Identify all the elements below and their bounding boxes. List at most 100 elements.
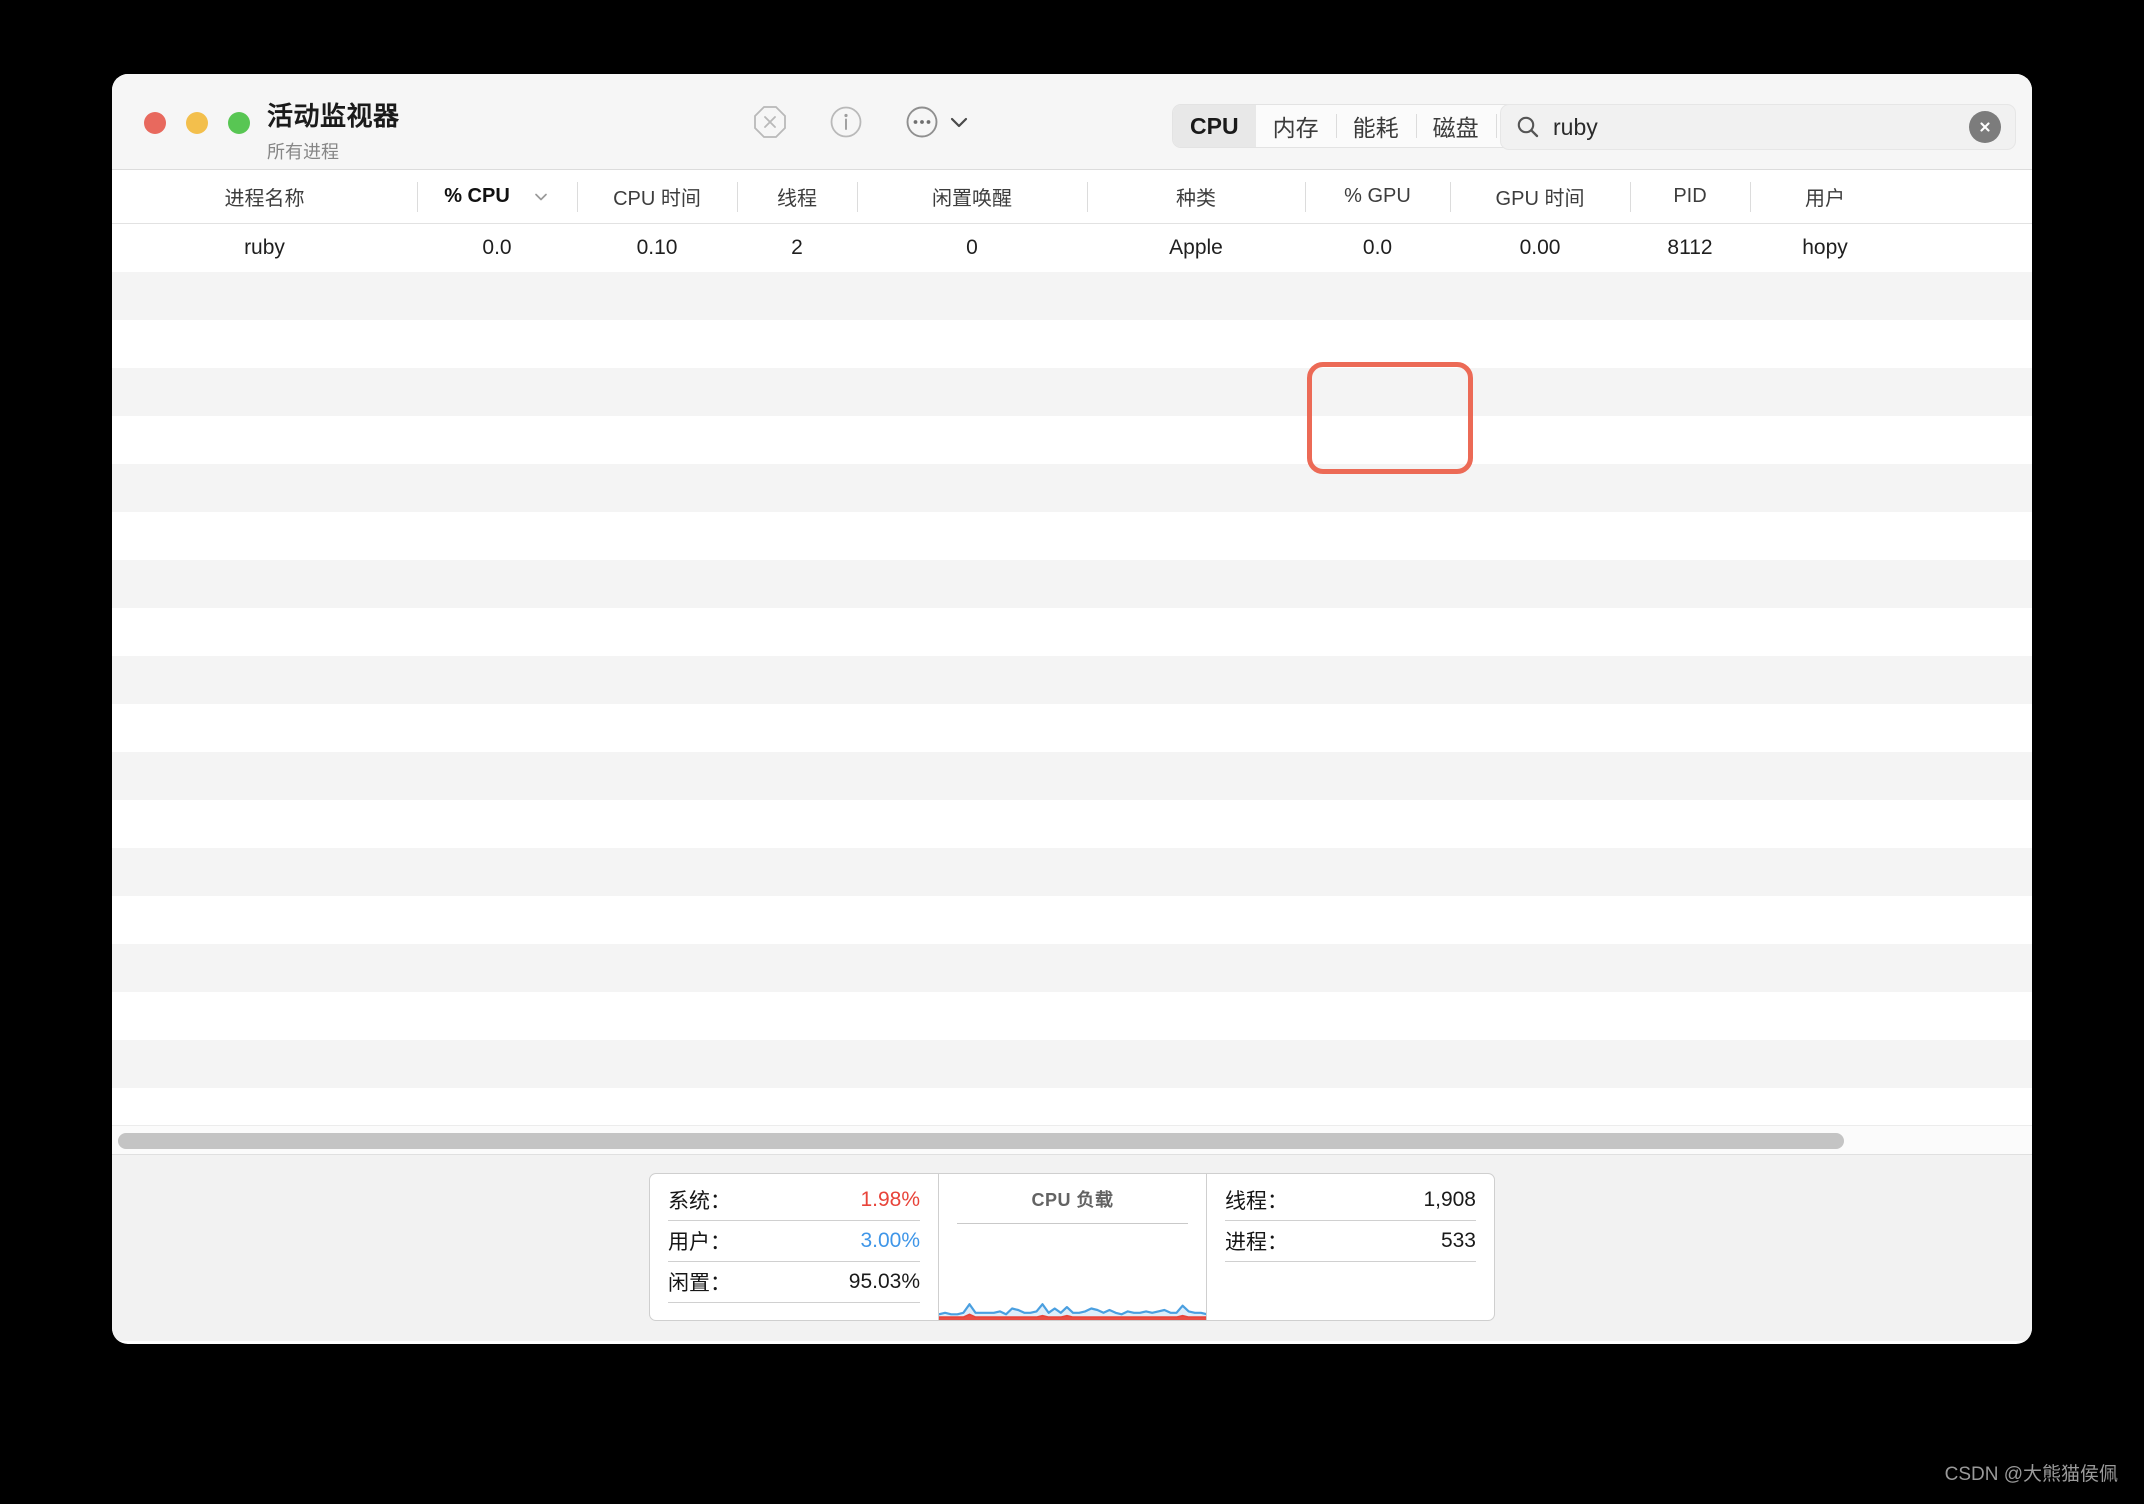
column-header-threads[interactable]: 线程 bbox=[737, 170, 857, 224]
table-row-empty[interactable] bbox=[112, 1088, 2032, 1125]
table-row-empty[interactable] bbox=[112, 896, 2032, 944]
column-header-process-name[interactable]: 进程名称 bbox=[112, 170, 417, 224]
table-row-empty[interactable] bbox=[112, 944, 2032, 992]
column-header-user[interactable]: 用户 bbox=[1750, 170, 1900, 224]
horizontal-scrollbar[interactable] bbox=[112, 1125, 2032, 1155]
cell-cpu-percent: 0.0 bbox=[482, 236, 512, 259]
thread-process-counts-panel: 线程： 1,908 进程： 533 bbox=[1206, 1174, 1494, 1320]
cell-gpu-percent: 0.0 bbox=[1362, 236, 1393, 259]
column-label: 线程 bbox=[777, 188, 817, 210]
process-table[interactable]: ruby 0.0 0.10 2 0 Apple 0.0 0.00 8112 ho… bbox=[112, 224, 2032, 1125]
close-icon bbox=[1980, 122, 1990, 132]
search-icon bbox=[1515, 114, 1541, 140]
cell-pid: 8112 bbox=[1667, 236, 1713, 259]
stat-row-system: 系统： 1.98% bbox=[668, 1180, 920, 1221]
zoom-window-button[interactable] bbox=[228, 112, 250, 134]
column-header-idle-wakeups[interactable]: 闲置唤醒 bbox=[857, 170, 1087, 224]
table-row[interactable]: ruby 0.0 0.10 2 0 Apple 0.0 0.00 8112 ho… bbox=[112, 224, 2032, 272]
table-row-empty[interactable] bbox=[112, 704, 2032, 752]
cell-process-name: ruby bbox=[244, 236, 285, 259]
horizontal-scrollbar-thumb[interactable] bbox=[118, 1133, 1844, 1149]
table-row-empty[interactable] bbox=[112, 992, 2032, 1040]
search-field[interactable]: ruby bbox=[1500, 104, 2016, 150]
cell-gpu-time: 0.00 bbox=[1519, 236, 1561, 259]
column-header-gpu-time[interactable]: GPU 时间 bbox=[1450, 170, 1630, 224]
tab-disk[interactable]: 磁盘 bbox=[1415, 105, 1496, 147]
activity-monitor-window: 活动监视器 所有进程 CPU 内存 能耗 磁盘 ruby 进程名称 % CPU … bbox=[112, 74, 2032, 1344]
chevron-down-icon[interactable] bbox=[948, 111, 970, 133]
column-label: 用户 bbox=[1805, 188, 1845, 210]
table-row-empty[interactable] bbox=[112, 272, 2032, 320]
stat-value: 3.00% bbox=[860, 1229, 920, 1252]
table-row-empty[interactable] bbox=[112, 416, 2032, 464]
page-title: 活动监视器 bbox=[267, 101, 400, 131]
traffic-lights bbox=[144, 112, 250, 134]
toolbar-icon-group bbox=[752, 104, 970, 140]
stop-process-button[interactable] bbox=[752, 104, 788, 140]
stat-label: 进程： bbox=[1225, 1231, 1288, 1254]
column-label: CPU 时间 bbox=[613, 188, 701, 210]
stat-value: 95.03% bbox=[848, 1270, 920, 1293]
cell-idle-wakeups: 0 bbox=[966, 236, 978, 259]
stat-row-user: 用户： 3.00% bbox=[668, 1221, 920, 1262]
stat-row-processes: 进程： 533 bbox=[1225, 1221, 1476, 1262]
page-subtitle: 所有进程 bbox=[267, 142, 339, 162]
stat-label: 线程： bbox=[1225, 1190, 1288, 1213]
stat-row-threads: 线程： 1,908 bbox=[1225, 1180, 1476, 1221]
column-label: 进程名称 bbox=[224, 188, 305, 210]
table-row-empty[interactable] bbox=[112, 800, 2032, 848]
table-row-empty[interactable] bbox=[112, 608, 2032, 656]
clear-search-button[interactable] bbox=[1969, 111, 2001, 143]
column-label: PID bbox=[1673, 185, 1707, 207]
table-row-empty[interactable] bbox=[112, 848, 2032, 896]
footer-stats-bar: 系统： 1.98% 用户： 3.00% 闲置： 95.03% CPU 负载 线程… bbox=[112, 1155, 2032, 1341]
more-actions-group[interactable] bbox=[904, 104, 970, 140]
table-row-empty[interactable] bbox=[112, 1040, 2032, 1088]
cell-kind: Apple bbox=[1169, 236, 1223, 259]
column-header-gpu-percent[interactable]: % GPU bbox=[1305, 170, 1450, 224]
tab-cpu[interactable]: CPU bbox=[1173, 105, 1256, 147]
title-group: 活动监视器 所有进程 bbox=[267, 96, 400, 164]
table-row-empty[interactable] bbox=[112, 512, 2032, 560]
search-input[interactable]: ruby bbox=[1553, 114, 1969, 141]
table-column-headers: 进程名称 % CPU CPU 时间 线程 闲置唤醒 种类 % GPU GPU 时… bbox=[112, 170, 2032, 224]
stat-label: 闲置： bbox=[668, 1272, 731, 1295]
column-label: % GPU bbox=[1344, 185, 1411, 207]
minimize-window-button[interactable] bbox=[186, 112, 208, 134]
empty-rows-container bbox=[112, 272, 2032, 1125]
close-window-button[interactable] bbox=[144, 112, 166, 134]
column-header-cpu-time[interactable]: CPU 时间 bbox=[577, 170, 737, 224]
stat-value: 533 bbox=[1440, 1229, 1476, 1252]
cell-cpu-time: 0.10 bbox=[636, 236, 678, 259]
chart-title: CPU 负载 bbox=[1031, 1190, 1114, 1210]
table-row-empty[interactable] bbox=[112, 752, 2032, 800]
window-titlebar: 活动监视器 所有进程 CPU 内存 能耗 磁盘 ruby bbox=[112, 74, 2032, 170]
table-row-empty[interactable] bbox=[112, 656, 2032, 704]
circle-ellipsis-icon bbox=[906, 106, 938, 138]
circle-i-icon bbox=[830, 106, 862, 138]
column-header-kind[interactable]: 种类 bbox=[1087, 170, 1305, 224]
chart-divider bbox=[957, 1223, 1188, 1224]
column-label: 种类 bbox=[1176, 188, 1216, 210]
cpu-load-chart-panel: CPU 负载 bbox=[938, 1174, 1208, 1320]
table-row-empty[interactable] bbox=[112, 464, 2032, 512]
column-header-pid[interactable]: PID bbox=[1630, 170, 1750, 224]
table-row-empty[interactable] bbox=[112, 320, 2032, 368]
column-label: GPU 时间 bbox=[1495, 188, 1585, 210]
cpu-usage-panel: 系统： 1.98% 用户： 3.00% 闲置： 95.03% bbox=[650, 1174, 938, 1320]
column-header-cpu-percent[interactable]: % CPU bbox=[417, 170, 577, 224]
octagon-x-icon bbox=[754, 106, 786, 138]
table-row-empty[interactable] bbox=[112, 368, 2032, 416]
csdn-watermark: CSDN @大熊猫侯佩 bbox=[1944, 1464, 2118, 1485]
cpu-load-chart bbox=[938, 1234, 1208, 1320]
process-info-button[interactable] bbox=[828, 104, 864, 140]
more-actions-button[interactable] bbox=[904, 104, 940, 140]
column-label: % CPU bbox=[444, 185, 510, 207]
column-label: 闲置唤醒 bbox=[932, 188, 1012, 210]
tab-memory[interactable]: 内存 bbox=[1256, 105, 1336, 147]
stats-box: 系统： 1.98% 用户： 3.00% 闲置： 95.03% CPU 负载 线程… bbox=[649, 1173, 1495, 1321]
tab-energy[interactable]: 能耗 bbox=[1335, 105, 1416, 147]
stat-value: 1.98% bbox=[860, 1188, 920, 1211]
table-row-empty[interactable] bbox=[112, 560, 2032, 608]
chevron-down-icon bbox=[532, 188, 550, 206]
